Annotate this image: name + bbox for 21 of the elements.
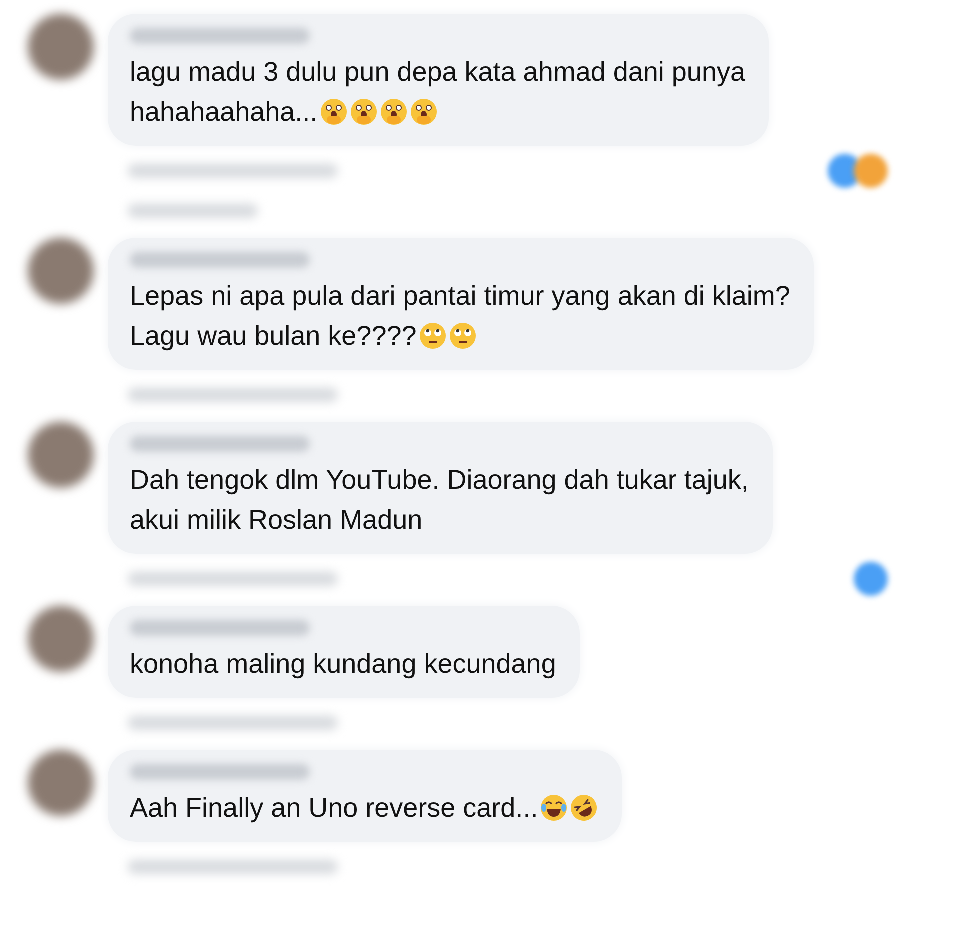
emoji-icon xyxy=(410,98,438,126)
emoji-icon xyxy=(570,794,598,822)
comment-text: Lepas ni apa pula dari pantai timur yang akan di klaim? xyxy=(130,281,790,311)
emoji-icon xyxy=(380,98,408,126)
emoji-icon xyxy=(448,322,477,350)
comment-text: hahahaahaha... xyxy=(130,96,318,129)
comment-text: lagu madu 3 dulu pun depa kata ahmad dani punya xyxy=(130,57,746,87)
avatar-placeholder xyxy=(28,422,94,488)
comment-text: konoha maling kundang kecundang xyxy=(130,648,556,681)
emoji-icon xyxy=(320,98,348,126)
avatar-placeholder xyxy=(28,238,94,304)
comment-text: Aah Finally an Uno reverse card... xyxy=(130,792,538,825)
avatar-placeholder xyxy=(28,750,94,816)
comment-text: akui milik Roslan Madun xyxy=(130,504,423,537)
emoji-icon xyxy=(540,794,568,822)
avatar-placeholder xyxy=(28,14,94,80)
comment-text: Lagu wau bulan ke???? xyxy=(130,320,417,353)
emoji-icon xyxy=(350,98,378,126)
avatar-placeholder xyxy=(28,606,94,672)
emoji-icon xyxy=(418,322,447,350)
comment-text: Dah tengok dlm YouTube. Diaorang dah tukar tajuk, xyxy=(130,465,749,495)
